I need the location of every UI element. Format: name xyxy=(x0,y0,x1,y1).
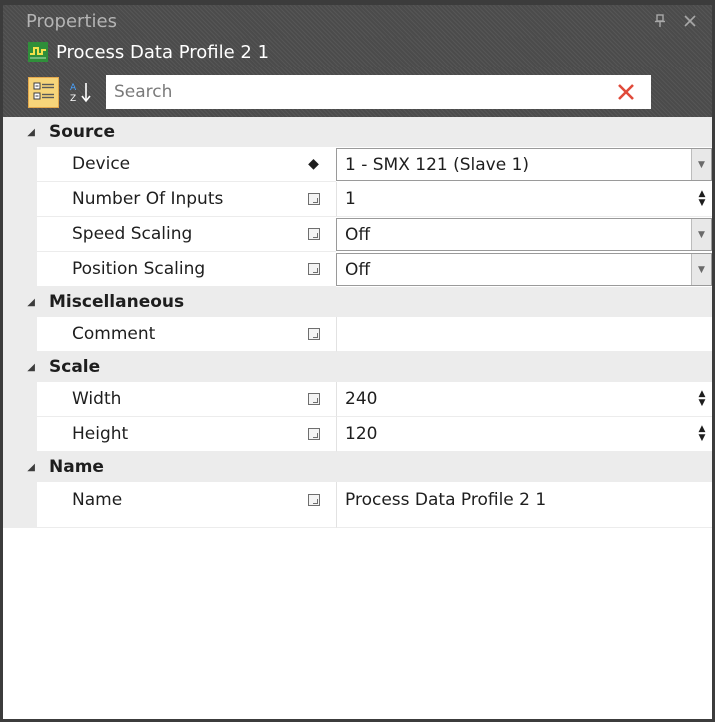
property-marker xyxy=(291,317,336,352)
category-label: Scale xyxy=(49,357,101,377)
property-marker xyxy=(291,482,336,528)
property-name: Width xyxy=(37,382,291,417)
chevron-down-icon[interactable]: ▼ xyxy=(691,219,711,250)
property-value: Off xyxy=(345,224,371,245)
search-box xyxy=(106,75,651,109)
category-source[interactable]: ◢ Source xyxy=(3,117,712,147)
property-value: 1 xyxy=(345,189,356,209)
chevron-down-icon[interactable]: ▼ xyxy=(691,149,711,180)
categorized-view-button[interactable] xyxy=(28,76,59,108)
property-row-speed-scaling: Speed Scaling Off ▼ xyxy=(3,217,712,252)
category-label: Source xyxy=(49,122,116,142)
default-value-marker-icon xyxy=(307,263,320,275)
default-value-marker-icon xyxy=(307,393,320,405)
name-field[interactable]: Process Data Profile 2 1 xyxy=(336,482,712,528)
property-name: Height xyxy=(37,417,291,452)
height-spinner[interactable]: 120 ▲ ▼ xyxy=(336,417,712,452)
property-marker xyxy=(291,417,336,452)
properties-toolbar: A Z xyxy=(3,67,712,117)
row-gutter xyxy=(3,252,37,287)
selected-object-name: Process Data Profile 2 1 xyxy=(56,41,270,63)
property-marker xyxy=(291,217,336,252)
collapse-triangle-icon[interactable]: ◢ xyxy=(13,462,37,473)
category-miscellaneous[interactable]: ◢ Miscellaneous xyxy=(3,287,712,317)
sort-alphabetical-button[interactable]: A Z xyxy=(65,77,96,108)
property-value: 1 - SMX 121 (Slave 1) xyxy=(345,154,530,175)
default-value-marker-icon xyxy=(307,328,320,340)
row-gutter xyxy=(3,182,37,217)
property-name: Number Of Inputs xyxy=(37,182,291,217)
category-scale[interactable]: ◢ Scale xyxy=(3,352,712,382)
clear-search-icon[interactable] xyxy=(611,77,641,107)
collapse-triangle-icon[interactable]: ◢ xyxy=(13,297,37,308)
default-value-marker-icon xyxy=(307,193,320,205)
search-input[interactable] xyxy=(114,77,611,107)
property-row-name: Name Process Data Profile 2 1 xyxy=(3,482,712,528)
default-value-marker-icon xyxy=(307,494,320,506)
row-gutter xyxy=(3,382,37,417)
property-marker xyxy=(291,382,336,417)
property-row-width: Width 240 ▲ ▼ xyxy=(3,382,712,417)
row-gutter xyxy=(3,482,37,528)
property-row-height: Height 120 ▲ ▼ xyxy=(3,417,712,452)
property-row-position-scaling: Position Scaling Off ▼ xyxy=(3,252,712,287)
property-name: Comment xyxy=(37,317,291,352)
sort-az-icon: A Z xyxy=(70,83,91,104)
panel-title-bar: Properties xyxy=(3,5,712,37)
default-value-marker-icon xyxy=(307,228,320,240)
category-label: Miscellaneous xyxy=(49,292,185,312)
default-value-marker-icon xyxy=(307,428,320,440)
property-value: Off xyxy=(345,259,371,280)
process-data-profile-icon xyxy=(28,42,48,62)
spinner-arrows-icon[interactable]: ▲ ▼ xyxy=(692,182,712,216)
position-scaling-dropdown[interactable]: Off ▼ xyxy=(336,253,712,286)
property-name: Device xyxy=(37,147,291,182)
row-gutter xyxy=(3,417,37,452)
svg-text:A: A xyxy=(70,83,77,93)
property-row-device: Device ◆ 1 - SMX 121 (Slave 1) ▼ xyxy=(3,147,712,182)
property-value: 240 xyxy=(345,389,378,409)
properties-panel: Properties Process Data Profile 2 1 A Z … xyxy=(0,0,715,722)
svg-text:Z: Z xyxy=(70,94,76,104)
close-icon[interactable] xyxy=(678,9,702,33)
property-name: Name xyxy=(37,482,291,528)
panel-title: Properties xyxy=(26,10,117,32)
category-label: Name xyxy=(49,457,104,477)
collapse-triangle-icon[interactable]: ◢ xyxy=(13,362,37,373)
pin-icon[interactable] xyxy=(648,9,672,33)
row-gutter xyxy=(3,317,37,352)
property-value: 120 xyxy=(345,424,378,444)
diamond-marker-icon: ◆ xyxy=(308,156,319,172)
property-marker xyxy=(291,182,336,217)
number-of-inputs-spinner[interactable]: 1 ▲ ▼ xyxy=(336,182,712,217)
category-name[interactable]: ◢ Name xyxy=(3,452,712,482)
selected-object-bar: Process Data Profile 2 1 xyxy=(3,37,712,67)
property-marker: ◆ xyxy=(291,147,336,182)
width-spinner[interactable]: 240 ▲ ▼ xyxy=(336,382,712,417)
chevron-down-icon[interactable]: ▼ xyxy=(691,254,711,285)
property-grid: ◢ Source Device ◆ 1 - SMX 121 (Slave 1) … xyxy=(3,117,712,528)
property-row-comment: Comment xyxy=(3,317,712,352)
property-row-number-of-inputs: Number Of Inputs 1 ▲ ▼ xyxy=(3,182,712,217)
categorized-view-icon xyxy=(33,82,54,100)
collapse-triangle-icon[interactable]: ◢ xyxy=(13,127,37,138)
comment-field[interactable] xyxy=(336,317,712,352)
spinner-arrows-icon[interactable]: ▲ ▼ xyxy=(692,382,712,416)
property-value: Process Data Profile 2 1 xyxy=(345,490,547,510)
row-gutter xyxy=(3,217,37,252)
speed-scaling-dropdown[interactable]: Off ▼ xyxy=(336,218,712,251)
property-marker xyxy=(291,252,336,287)
spinner-arrows-icon[interactable]: ▲ ▼ xyxy=(692,417,712,451)
property-name: Position Scaling xyxy=(37,252,291,287)
device-dropdown[interactable]: 1 - SMX 121 (Slave 1) ▼ xyxy=(336,148,712,181)
property-name: Speed Scaling xyxy=(37,217,291,252)
row-gutter xyxy=(3,147,37,182)
